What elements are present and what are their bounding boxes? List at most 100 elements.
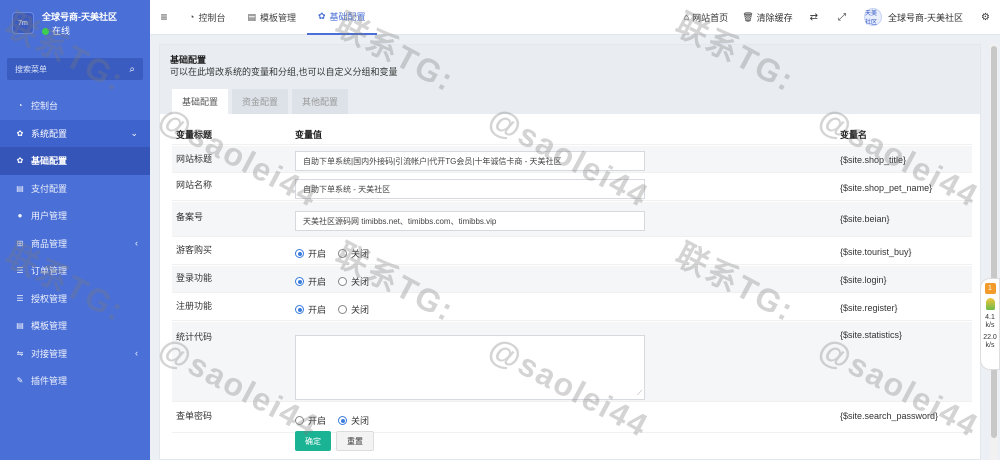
row-title: 统计代码 [176,332,213,342]
top-bar: ≡ ◔ 控制台 ▤ 模板管理 ✿ 基础配置 ⌂ 网站首页 🗑 清除缓存 ⇄ ⤢ 天美社区 … [150,0,1000,35]
sidebar-item-dashboard[interactable]: ◔ 控制台 [0,92,150,120]
radio-label: 开启 [308,249,327,259]
sidebar-item-license[interactable]: ☰ 授权管理 [0,285,150,313]
clear-cache-label: 清除缓存 [756,12,793,23]
download-speed-value: 22.0 [983,334,997,341]
confirm-button[interactable]: 确定 [295,431,331,451]
user-menu[interactable]: 天美社区 全球号商-天美社区 [856,8,971,26]
shop-name-input[interactable]: 自助下单系统 - 天美社区 [295,179,645,199]
row-var-name: {$site.register} [840,303,898,313]
list-icon: ☰ [16,266,24,276]
sidebar-item-orders[interactable]: ☰ 订单管理 [0,257,150,285]
gear-icon: ✿ [16,156,24,166]
user-icon: ● [17,211,23,221]
tab-other[interactable]: 其他配置 [292,89,349,114]
sidebar-item-system-config[interactable]: ✿ 系统配置 ⌄ [0,119,150,147]
reset-button[interactable]: 重置 [336,431,374,451]
sidebar-item-label: 基础配置 [31,156,68,167]
chevron-left-icon: ‹ [135,348,138,359]
table-row: 网站名称 自助下单系统 - 天美社区 {$site.shop_pet_name} [172,174,972,201]
download-speed: 22.0 k/s [983,334,997,350]
user-name: 全球号商-天美社区 [888,12,964,23]
search-password-radio-group: 开启 关闭 [295,414,377,427]
brand-name: 全球号商-天美社区 [42,12,117,22]
menu-toggle-icon[interactable]: ≡ [150,10,178,24]
login-radio-group: 开启 关闭 [295,275,377,288]
tab-dashboard[interactable]: ◔ 控制台 [178,0,236,35]
floating-speed-widget[interactable]: 1 4.1 k/s 22.0 k/s [980,278,1000,370]
cart-icon: ⊞ [16,238,24,248]
template-icon: ▤ [247,11,256,22]
register-on-radio[interactable] [295,305,304,314]
download-speed-unit: k/s [985,342,995,349]
sidebar-item-users[interactable]: ● 用户管理 [0,202,150,230]
upload-speed-unit: k/s [985,322,995,329]
row-title: 网站名称 [176,180,213,190]
tourist-buy-off-radio[interactable] [338,249,348,258]
template-icon: ▤ [16,321,24,331]
upload-speed: 4.1 k/s [985,314,995,330]
online-status: 在线 [42,24,117,38]
row-title: 备案号 [176,212,204,222]
tourist-buy-on-radio[interactable] [295,249,304,258]
menu-search-input[interactable]: 搜索菜单 ⌕ [7,58,143,80]
list-icon: ▤ [16,183,24,193]
header-title: 变量标题 [176,130,213,140]
login-off-radio[interactable] [338,277,348,286]
upload-speed-value: 4.1 [985,314,995,321]
menu-search-placeholder: 搜索菜单 [15,64,47,74]
dashboard-icon: ◔ [17,101,23,111]
login-on-radio[interactable] [295,277,304,286]
gear-icon: ✿ [317,10,326,21]
search-password-off-radio[interactable] [338,416,348,425]
table-row: 统计代码 ⟋ {$site.statistics} [172,322,972,402]
sidebar-item-basic-config[interactable]: ✿ 基础配置 [0,147,150,175]
page-scrollbar[interactable] [990,44,998,460]
avatar: 天美社区 [864,8,883,26]
sidebar-item-products[interactable]: ⊞ 商品管理 ‹ [0,230,150,258]
sidebar-item-templates[interactable]: ▤ 模板管理 [0,312,150,340]
search-icon[interactable]: ⌕ [129,64,135,75]
tourist-buy-radio-group: 开启 关闭 [295,247,377,260]
header-value: 变量值 [295,130,323,140]
sidebar: 7m 全球号商-天美社区 在线 搜索菜单 ⌕ ◔ 控制台 ✿ 系统配置 ⌄ ✿ 基础配置… [0,0,150,460]
tab-templates[interactable]: ▤ 模板管理 [236,0,307,35]
tab-basic-config[interactable]: ✿ 基础配置 [306,0,377,35]
beian-input[interactable]: 天美社区源码网 timibbs.net、timibbs.com、timibbs.… [295,211,645,231]
resize-handle-icon[interactable]: ⟋ [637,390,642,398]
tab-funds[interactable]: 资金配置 [232,89,289,114]
config-tabs: 基础配置 资金配置 其他配置 [172,89,349,114]
sidebar-item-integration[interactable]: ⇋ 对接管理 ‹ [0,340,150,368]
row-var-name: {$site.login} [840,275,887,285]
row-var-name: {$site.shop_pet_name} [840,183,933,193]
sidebar-item-label: 用户管理 [31,211,68,222]
row-title: 网站标题 [176,154,213,164]
translate-icon[interactable]: ⇄ [800,12,828,23]
sidebar-menu: ◔ 控制台 ✿ 系统配置 ⌄ ✿ 基础配置 ▤ 支付配置 ● 用户管理 ⊞ 商品管理 ‹ ☰ 订单… [0,92,150,395]
brand: 7m 全球号商-天美社区 在线 [0,0,150,50]
radio-label: 开启 [308,277,327,287]
shop-title-input[interactable]: 自助下单系统|国内外接码|引流帐户|代开TG会员|十年诚信卡商 - 天美社区 [295,151,645,171]
site-home-link[interactable]: ⌂ 网站首页 [677,11,735,24]
radio-label: 关闭 [351,249,370,259]
online-status-label: 在线 [52,26,71,36]
fullscreen-icon[interactable]: ⤢ [828,12,856,23]
chevron-down-icon: ⌄ [130,127,138,138]
statistics-code-textarea[interactable]: ⟋ [295,335,645,400]
sidebar-item-plugins[interactable]: ✎ 插件管理 [0,367,150,395]
sidebar-item-label: 模板管理 [31,321,68,332]
sidebar-item-label: 授权管理 [31,293,68,304]
page-description: 可以在此增改系统的变量和分组,也可以自定义分组和变量 [170,67,398,77]
tab-label: 控制台 [198,12,226,23]
leaf-icon [985,298,995,310]
tab-basic[interactable]: 基础配置 [172,89,229,114]
table-header-row: 变量标题 变量值 变量名 [172,125,972,145]
online-dot-icon [42,27,49,35]
clear-cache-button[interactable]: 🗑 清除缓存 [735,11,799,24]
table-row: 网站标题 自助下单系统|国内外接码|引流帐户|代开TG会员|十年诚信卡商 - 天… [172,146,972,173]
search-password-on-radio[interactable] [295,416,304,425]
scroll-thumb[interactable] [991,46,997,438]
settings-icon[interactable]: ⚙ [971,12,1000,23]
register-off-radio[interactable] [338,305,348,314]
sidebar-item-payment-config[interactable]: ▤ 支付配置 [0,175,150,203]
